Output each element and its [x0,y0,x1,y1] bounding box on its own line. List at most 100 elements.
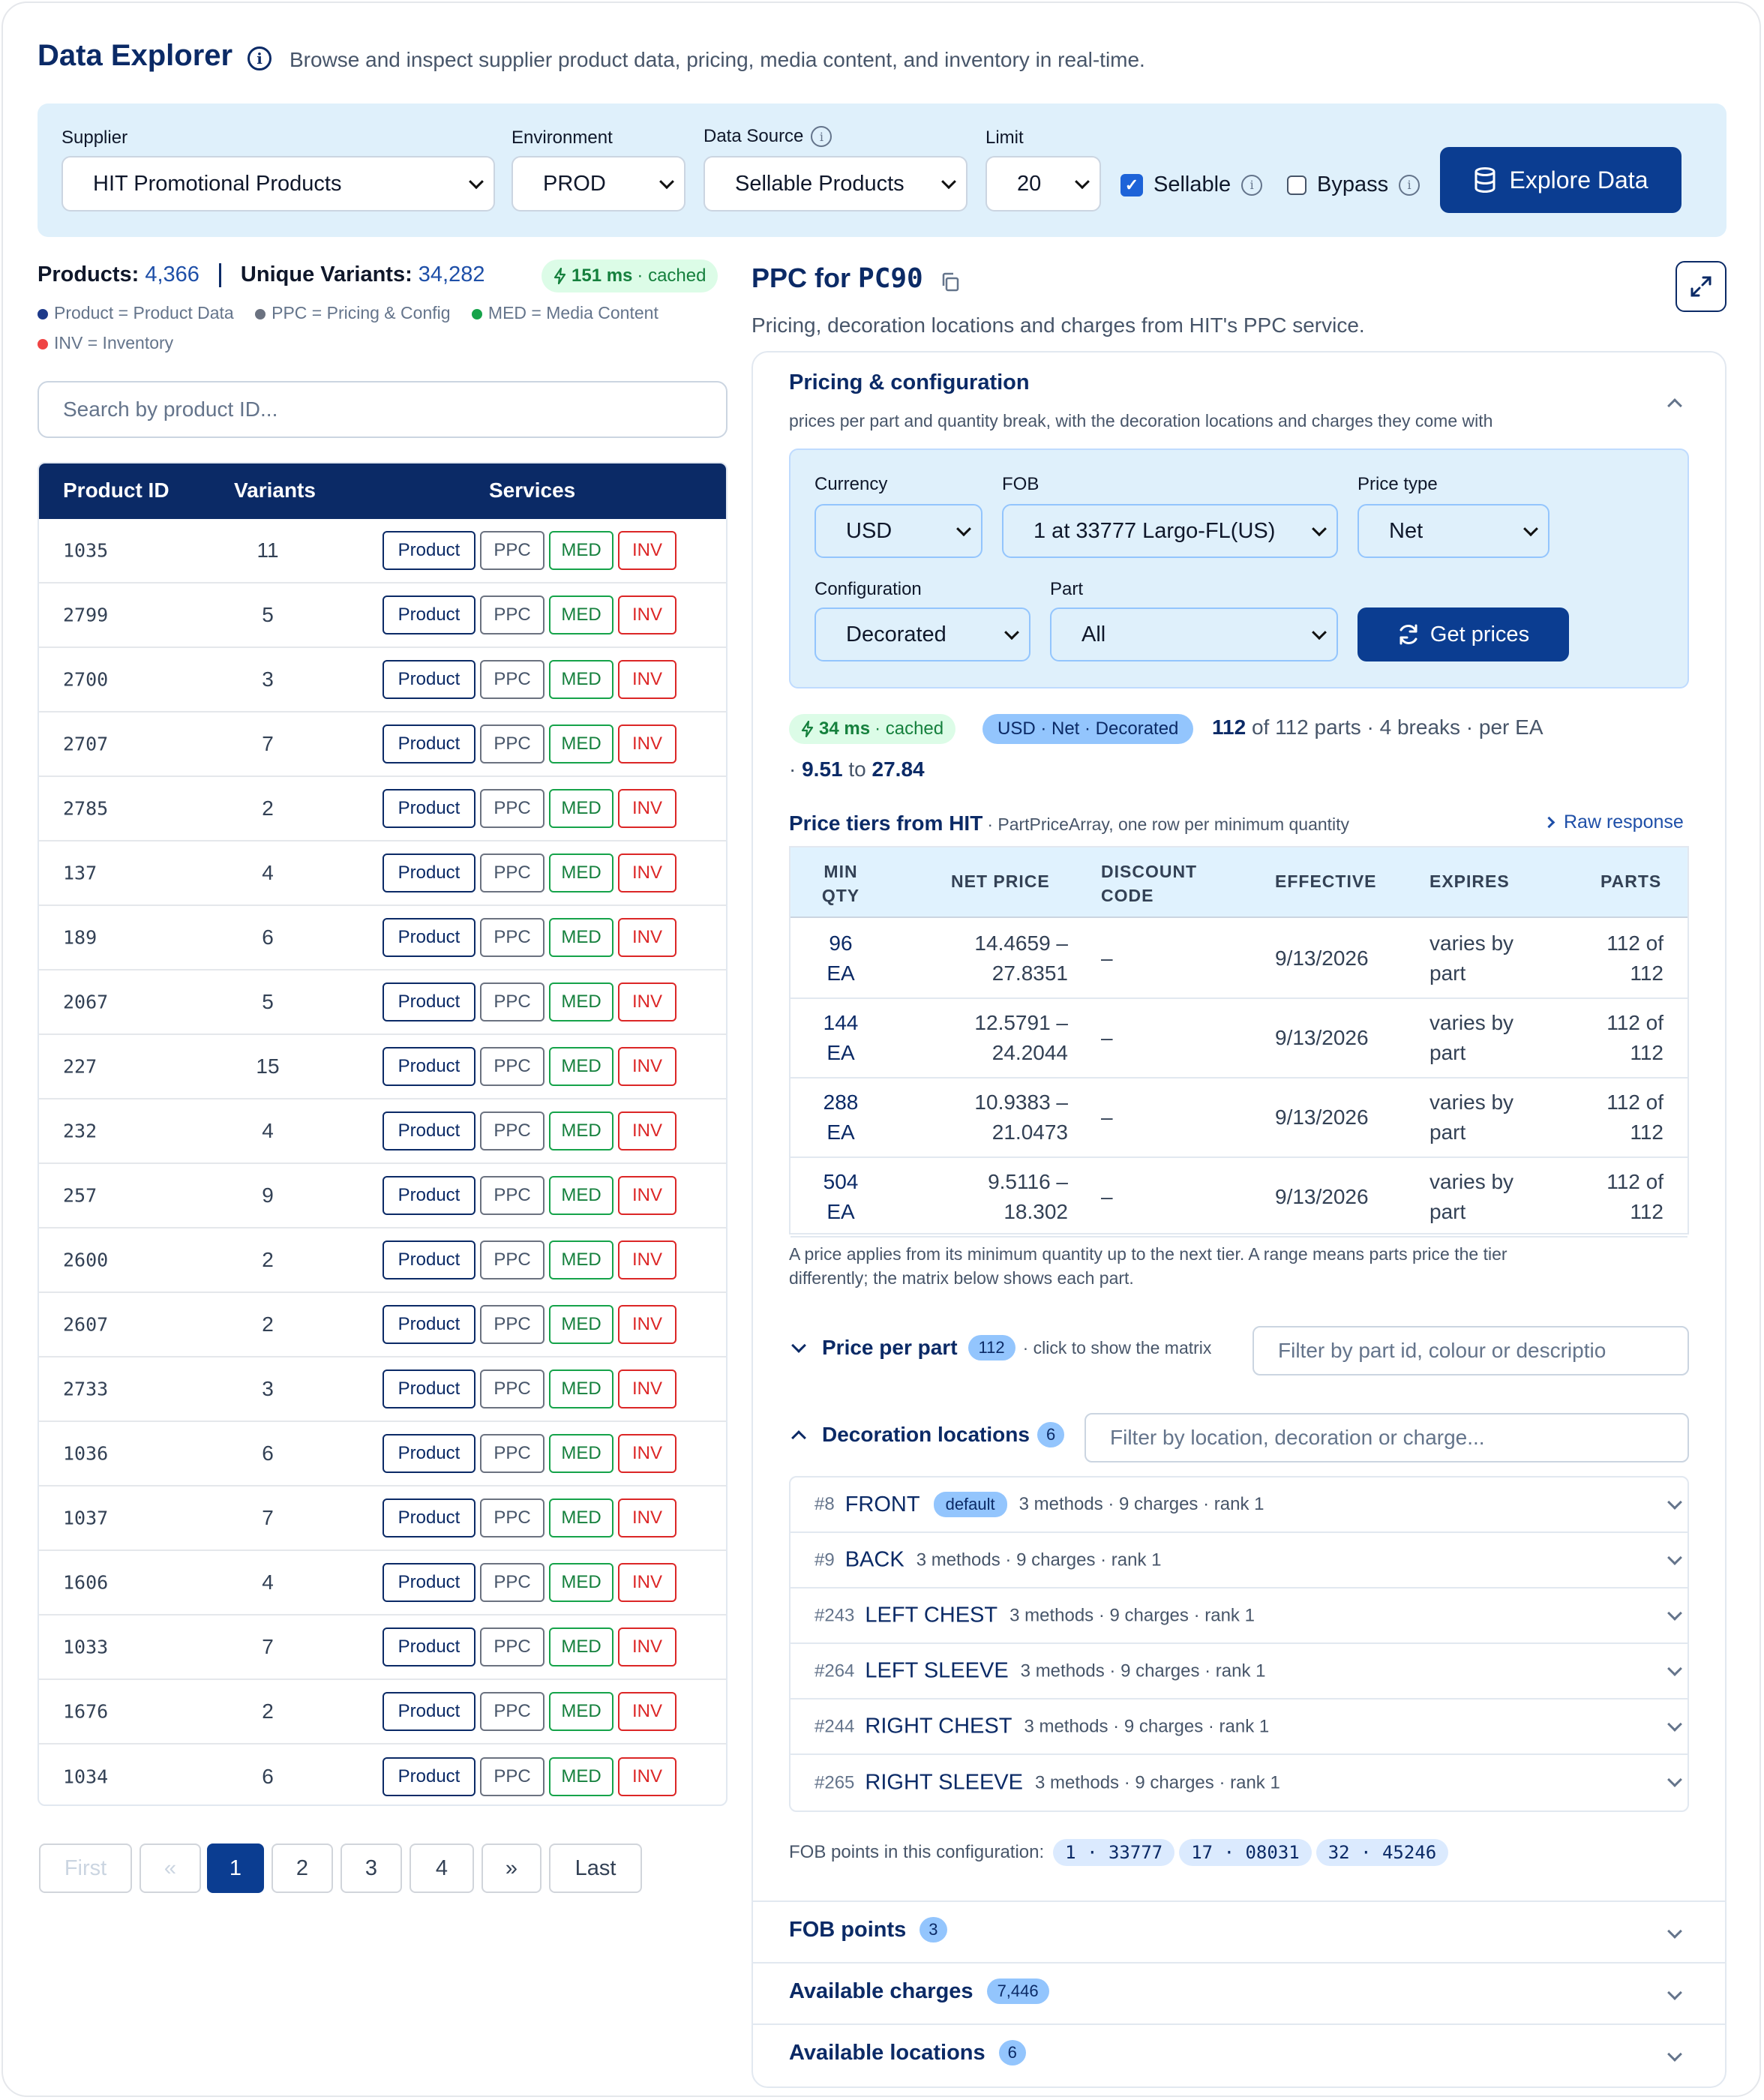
product-service-button[interactable]: Product [382,660,476,699]
inv-service-button[interactable]: INV [618,1176,676,1215]
sellable-checkbox[interactable]: ✓ [1120,173,1143,196]
med-service-button[interactable]: MED [549,789,614,828]
table-row[interactable]: 189 6 Product PPC MED INV [39,906,726,970]
pagination-next[interactable]: » [482,1844,542,1893]
med-service-button[interactable]: MED [549,1112,614,1150]
ppc-service-button[interactable]: PPC [480,1692,544,1731]
bypass-checkbox-group[interactable]: Bypass i [1287,172,1420,197]
available-charges-section[interactable]: Available charges 7,446 [789,1978,1049,2004]
pagination-page-1[interactable]: 1 [207,1844,264,1893]
table-row[interactable]: 1036 6 Product PPC MED INV [39,1422,726,1486]
inv-service-button[interactable]: INV [618,1370,676,1408]
decoration-location-row[interactable]: #243 LEFT CHEST 3 methods · 9 charges · ra… [790,1588,1688,1644]
inv-service-button[interactable]: INV [618,1757,676,1796]
sellable-checkbox-group[interactable]: ✓ Sellable i [1120,172,1263,197]
chevron-down-icon[interactable] [1667,1772,1682,1787]
ppc-service-button[interactable]: PPC [480,660,544,699]
product-service-button[interactable]: Product [382,1240,476,1280]
explore-data-button[interactable]: Explore Data [1440,147,1682,213]
inv-service-button[interactable]: INV [618,1563,676,1602]
table-row[interactable]: 137 4 Product PPC MED INV [39,842,726,906]
med-service-button[interactable]: MED [549,1692,614,1731]
info-icon[interactable]: i [248,46,272,70]
med-service-button[interactable]: MED [549,724,614,764]
decoration-filter-input[interactable]: Filter by location, decoration or charge… [1084,1413,1689,1462]
inv-service-button[interactable]: INV [618,1112,676,1150]
decoration-location-row[interactable]: #9 BACK 3 methods · 9 charges · rank 1 [790,1533,1688,1588]
part-filter-input[interactable]: Filter by part id, colour or descriptio [1252,1326,1689,1376]
med-service-button[interactable]: MED [549,1434,614,1473]
decoration-location-row[interactable]: #265 RIGHT SLEEVE 3 methods · 9 charges · … [790,1755,1688,1810]
inv-service-button[interactable]: INV [618,1047,676,1086]
pagination-last[interactable]: Last [549,1844,642,1893]
med-service-button[interactable]: MED [549,982,614,1022]
ppc-service-button[interactable]: PPC [480,1434,544,1473]
expand-button[interactable] [1676,261,1726,312]
ppc-service-button[interactable]: PPC [480,918,544,957]
product-service-button[interactable]: Product [382,724,476,764]
product-service-button[interactable]: Product [382,1498,476,1538]
pagination-prev[interactable]: « [140,1844,201,1893]
product-service-button[interactable]: Product [382,531,476,570]
product-service-button[interactable]: Product [382,1176,476,1215]
ppc-service-button[interactable]: PPC [480,1112,544,1150]
med-service-button[interactable]: MED [549,1563,614,1602]
available-locations-section[interactable]: Available locations 6 [789,2040,1026,2066]
table-row[interactable]: 227 15 Product PPC MED INV [39,1035,726,1100]
fob-select[interactable]: 1 at 33777 Largo-FL(US) [1002,504,1338,558]
product-service-button[interactable]: Product [382,1305,476,1344]
decoration-location-row[interactable]: #8 FRONT default 3 methods · 9 charges · ra… [790,1478,1688,1533]
product-service-button[interactable]: Product [382,918,476,957]
ppc-service-button[interactable]: PPC [480,1370,544,1408]
med-service-button[interactable]: MED [549,854,614,892]
copy-icon[interactable] [940,272,960,292]
currency-select[interactable]: USD [814,504,982,558]
chevron-down-icon[interactable] [1667,1495,1682,1510]
product-service-button[interactable]: Product [382,789,476,828]
table-row[interactable]: 2700 3 Product PPC MED INV [39,648,726,712]
info-icon[interactable]: i [1399,174,1420,196]
product-service-button[interactable]: Product [382,1692,476,1731]
decoration-location-row[interactable]: #244 RIGHT CHEST 3 methods · 9 charges · r… [790,1700,1688,1755]
inv-service-button[interactable]: INV [618,1692,676,1731]
chevron-down-icon[interactable] [1667,1661,1682,1676]
part-select[interactable]: All [1050,608,1338,662]
environment-select[interactable]: PROD [512,156,686,212]
data-source-select[interactable]: Sellable Products [704,156,968,212]
configuration-select[interactable]: Decorated [814,608,1030,662]
product-service-button[interactable]: Product [382,596,476,634]
inv-service-button[interactable]: INV [618,854,676,892]
decoration-locations-toggle[interactable]: Decoration locations 6 [791,1422,1065,1448]
med-service-button[interactable]: MED [549,918,614,957]
info-icon[interactable]: i [811,126,832,147]
ppc-service-button[interactable]: PPC [480,1047,544,1086]
raw-response-toggle[interactable]: Raw response [1543,812,1684,833]
ppc-service-button[interactable]: PPC [480,1563,544,1602]
ppc-service-button[interactable]: PPC [480,531,544,570]
inv-service-button[interactable]: INV [618,918,676,957]
med-service-button[interactable]: MED [549,1305,614,1344]
inv-service-button[interactable]: INV [618,1498,676,1538]
ppc-service-button[interactable]: PPC [480,982,544,1022]
product-service-button[interactable]: Product [382,854,476,892]
ppc-service-button[interactable]: PPC [480,789,544,828]
pagination-page-3[interactable]: 3 [340,1844,402,1893]
med-service-button[interactable]: MED [549,1757,614,1796]
table-row[interactable]: 232 4 Product PPC MED INV [39,1100,726,1164]
ppc-service-button[interactable]: PPC [480,854,544,892]
product-service-button[interactable]: Product [382,982,476,1022]
table-row[interactable]: 1606 4 Product PPC MED INV [39,1551,726,1616]
med-service-button[interactable]: MED [549,531,614,570]
price-type-select[interactable]: Net [1358,504,1550,558]
table-row[interactable]: 1034 6 Product PPC MED INV [39,1744,726,1804]
inv-service-button[interactable]: INV [618,531,676,570]
med-service-button[interactable]: MED [549,1498,614,1538]
ppc-service-button[interactable]: PPC [480,596,544,634]
ppc-service-button[interactable]: PPC [480,1305,544,1344]
get-prices-button[interactable]: Get prices [1358,608,1569,662]
table-row[interactable]: 1035 11 Product PPC MED INV [39,519,726,584]
product-service-button[interactable]: Product [382,1563,476,1602]
product-service-button[interactable]: Product [382,1047,476,1086]
table-row[interactable]: 1033 7 Product PPC MED INV [39,1616,726,1680]
pricing-section-title[interactable]: Pricing & configuration [789,370,1030,395]
